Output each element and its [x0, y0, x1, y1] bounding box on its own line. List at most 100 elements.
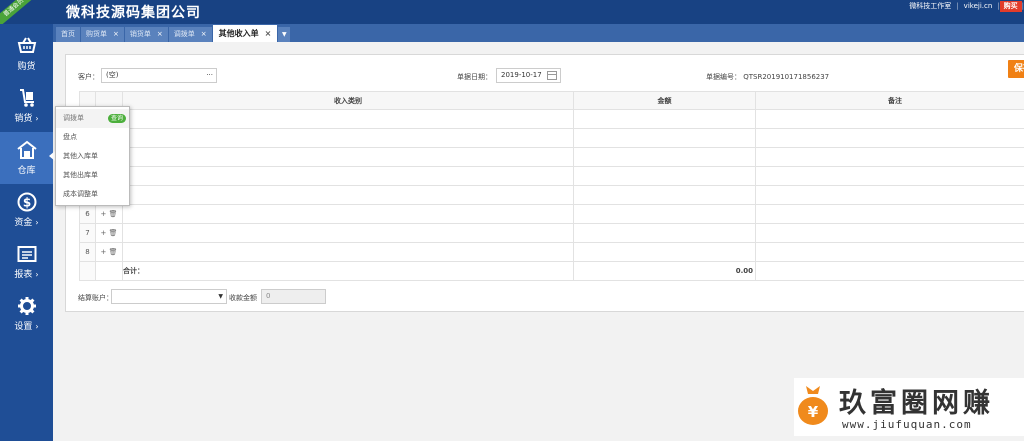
tab-label: 其他收入单: [218, 29, 259, 38]
income-type-cell[interactable]: [122, 128, 574, 148]
amount-cell[interactable]: [573, 128, 756, 148]
close-icon[interactable]: ×: [113, 30, 119, 38]
cart-icon: [17, 37, 36, 53]
row-actions[interactable]: + 🗑: [95, 242, 123, 262]
buy-button[interactable]: 购买: [999, 0, 1022, 12]
row-actions[interactable]: + 🗑: [95, 223, 123, 243]
remark-cell[interactable]: [755, 109, 1024, 129]
sidebar-item-purchase[interactable]: 购货: [0, 28, 53, 80]
gear-icon: [17, 297, 36, 315]
date-input[interactable]: 2019-10-17: [496, 68, 561, 83]
sidebar-item-label: 销货 ›: [0, 111, 53, 124]
amount-cell[interactable]: [573, 166, 756, 186]
income-type-cell[interactable]: [122, 185, 574, 205]
trash-icon[interactable]: 🗑: [109, 248, 118, 256]
doc-number-label: 单据编号：: [706, 73, 741, 81]
income-type-cell[interactable]: [122, 147, 574, 167]
settle-account-label: 结算账户：: [78, 294, 113, 302]
separator: |: [956, 2, 959, 10]
table-row: 6 + 🗑: [79, 204, 1024, 224]
income-type-cell[interactable]: [122, 204, 574, 224]
settle-account-select[interactable]: ▼: [111, 289, 227, 304]
income-type-cell[interactable]: [122, 242, 574, 262]
plus-icon[interactable]: +: [101, 229, 107, 237]
calendar-icon[interactable]: [547, 71, 557, 80]
remark-cell[interactable]: [755, 147, 1024, 167]
tab-label: 首页: [61, 30, 75, 38]
sidebar-item-warehouse[interactable]: 仓库: [0, 132, 53, 184]
trash-icon[interactable]: 🗑: [109, 210, 118, 218]
warehouse-icon: [16, 140, 37, 159]
header-remark: 备注: [755, 91, 1024, 110]
tab-label: 调拨单: [173, 30, 195, 38]
svg-text:¥: ¥: [808, 403, 819, 421]
header-income-type: 收入类别: [122, 91, 574, 110]
amount-cell[interactable]: [573, 223, 756, 243]
income-type-cell[interactable]: [122, 109, 574, 129]
tab-transfer-order[interactable]: 调拨单 ×: [168, 27, 212, 42]
sidebar-item-label: 报表 ›: [0, 267, 53, 280]
remark-cell[interactable]: [755, 242, 1024, 262]
trash-icon[interactable]: 🗑: [109, 229, 118, 237]
customer-value: (空): [106, 71, 119, 79]
menu-item-transfer[interactable]: 调拨单 查询: [56, 109, 129, 128]
warehouse-submenu: 调拨单 查询 盘点 其他入库单 其他出库单 成本调整单: [55, 106, 130, 206]
remark-cell[interactable]: [755, 223, 1024, 243]
receipt-amount-input: 0: [261, 289, 326, 304]
dollar-icon: $: [17, 192, 36, 212]
menu-item-cost-adjust[interactable]: 成本调整单: [56, 185, 129, 204]
row-number: [79, 261, 96, 281]
menu-item-other-inbound[interactable]: 其他入库单: [56, 147, 129, 166]
site-link[interactable]: vikeji.cn: [959, 2, 998, 10]
remark-cell[interactable]: [755, 185, 1024, 205]
close-icon[interactable]: ×: [201, 30, 207, 38]
tab-more-button[interactable]: ▼: [278, 27, 291, 42]
separator: |: [997, 2, 1000, 10]
amount-cell[interactable]: [573, 204, 756, 224]
total-label: 合计：: [122, 261, 574, 281]
amount-cell[interactable]: [573, 147, 756, 167]
tab-purchase-order[interactable]: 购货单 ×: [81, 27, 124, 42]
row-actions[interactable]: + 🗑: [95, 204, 123, 224]
income-type-cell[interactable]: [122, 223, 574, 243]
total-row: 合计： 0.00: [79, 261, 1024, 281]
trolley-icon: [19, 89, 34, 107]
menu-item-other-outbound[interactable]: 其他出库单: [56, 166, 129, 185]
more-icon[interactable]: ···: [206, 69, 213, 82]
tab-other-income[interactable]: 其他收入单 ×: [212, 25, 278, 42]
studio-link[interactable]: 微科技工作室: [904, 1, 956, 11]
sidebar-item-sales[interactable]: 销货 ›: [0, 80, 53, 132]
close-icon[interactable]: ×: [265, 29, 272, 38]
tab-home[interactable]: 首页: [56, 27, 80, 42]
tab-sales-order[interactable]: 销货单 ×: [124, 27, 168, 42]
row-number: 7: [79, 223, 96, 243]
chevron-right-icon: ›: [35, 218, 39, 227]
sidebar-item-funds[interactable]: $ 资金 ›: [0, 184, 53, 236]
save-button[interactable]: 保存: [1008, 60, 1024, 78]
date-value: 2019-10-17: [501, 71, 542, 79]
amount-cell[interactable]: [573, 109, 756, 129]
menu-item-inventory-check[interactable]: 盘点: [56, 128, 129, 147]
label-text: 销货: [14, 114, 33, 124]
sidebar-item-reports[interactable]: 报表 ›: [0, 236, 53, 288]
close-icon[interactable]: ×: [157, 30, 163, 38]
remark-cell[interactable]: [755, 166, 1024, 186]
row-number: 8: [79, 242, 96, 262]
sidebar-item-label: 资金 ›: [0, 215, 53, 228]
empty-cell: [755, 261, 1024, 281]
customer-input[interactable]: (空) ···: [101, 68, 217, 83]
receipt-amount-label: 收款金额: [229, 294, 257, 302]
income-type-cell[interactable]: [122, 166, 574, 186]
row-number: 6: [79, 204, 96, 224]
table-row: 1+ 🗑: [79, 109, 1024, 129]
sidebar-item-settings[interactable]: 设置 ›: [0, 288, 53, 340]
query-button[interactable]: 查询: [107, 114, 126, 123]
amount-cell[interactable]: [573, 242, 756, 262]
amount-cell[interactable]: [573, 185, 756, 205]
chevron-down-icon: ▼: [218, 293, 223, 300]
remark-cell[interactable]: [755, 128, 1024, 148]
plus-icon[interactable]: +: [101, 248, 107, 256]
remark-cell[interactable]: [755, 204, 1024, 224]
total-amount: 0.00: [573, 261, 756, 281]
plus-icon[interactable]: +: [101, 210, 107, 218]
